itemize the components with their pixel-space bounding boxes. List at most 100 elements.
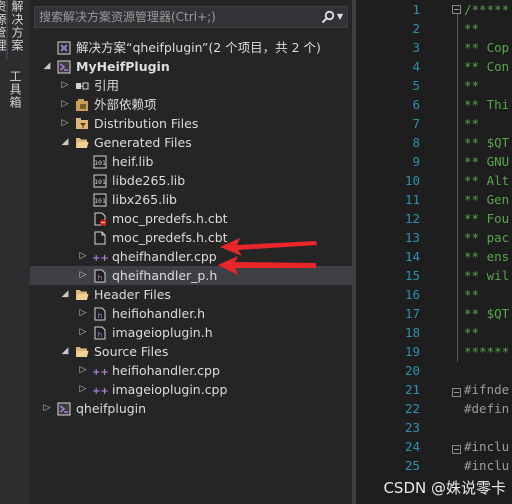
search-button[interactable]: ▼ — [321, 7, 343, 27]
tree-item-label: imageioplugin.h — [112, 325, 213, 340]
tree-item-imageioplugin-h[interactable]: ▷ h imageioplugin.h — [30, 323, 352, 342]
code-line: #inclu — [464, 439, 510, 454]
tree-item-imageioplugin-cpp[interactable]: ▷ ++ imageioplugin.cpp — [30, 380, 352, 399]
collapsed-arrow-icon[interactable]: ▷ — [78, 266, 88, 285]
lib-icon: 101 — [92, 192, 108, 207]
svg-text:101: 101 — [94, 159, 106, 167]
tree-item-[interactable]: ▷ 外部依赖项 — [30, 95, 352, 114]
search-input[interactable]: 搜索解决方案资源管理器(Ctrl+;) ▼ — [34, 6, 348, 28]
tab-toolbox[interactable]: 工具箱 — [6, 70, 24, 110]
fold-toggle[interactable]: − — [452, 388, 461, 397]
collapsed-arrow-icon[interactable]: ▷ — [60, 95, 70, 114]
line-number: 18 — [404, 325, 420, 340]
line-number: 5 — [412, 78, 420, 93]
external-deps-icon — [74, 97, 90, 112]
annotation-arrow — [218, 256, 316, 275]
tree-item-source-files[interactable]: ◢ Source Files — [30, 342, 352, 361]
collapsed-arrow-icon[interactable]: ▷ — [78, 304, 88, 323]
code-line: ** — [464, 21, 480, 36]
tree-item-label: imageioplugin.cpp — [112, 382, 228, 397]
fold-toggle[interactable]: − — [452, 445, 461, 454]
search-icon — [321, 10, 335, 24]
svg-text:h: h — [98, 274, 102, 282]
expanded-arrow-icon[interactable]: ◢ — [60, 342, 70, 361]
expanded-arrow-icon[interactable]: ◢ — [60, 285, 70, 304]
header-icon: h — [92, 268, 108, 283]
tree-item-header-files[interactable]: ◢ Header Files — [30, 285, 352, 304]
tab-solution-explorer[interactable]: 解决方案资源管理器 — [0, 0, 26, 60]
project-icon — [56, 401, 72, 416]
line-number: 6 — [412, 97, 420, 112]
fold-toggle[interactable]: − — [452, 5, 461, 14]
code-line: #ifnde — [464, 382, 510, 397]
folder-open-icon — [74, 344, 90, 359]
code-line: ** Cop — [464, 40, 510, 55]
outline-guide — [457, 12, 458, 362]
line-number: 3 — [412, 40, 420, 55]
line-number: 13 — [404, 230, 420, 245]
tree-item-qheifplugin[interactable]: ▷ qheifplugin — [30, 399, 352, 418]
folder-open-icon — [74, 287, 90, 302]
tree-item-libx265-lib[interactable]: 101 libx265.lib — [30, 190, 352, 209]
line-number: 4 — [412, 59, 420, 74]
line-number: 8 — [412, 135, 420, 150]
collapsed-arrow-icon[interactable]: ▷ — [78, 247, 88, 266]
collapsed-arrow-icon[interactable]: ▷ — [60, 114, 70, 133]
line-number: 16 — [404, 287, 420, 302]
code-line: ** $QT — [464, 135, 510, 150]
collapsed-arrow-icon[interactable]: ▷ — [42, 399, 52, 418]
code-line: ** Con — [464, 59, 510, 74]
folder-open-icon — [74, 135, 90, 150]
svg-text:++: ++ — [92, 386, 108, 397]
tree-item-label: libx265.lib — [112, 192, 177, 207]
expanded-arrow-icon[interactable]: ◢ — [42, 57, 52, 76]
expanded-arrow-icon[interactable]: ◢ — [60, 133, 70, 152]
collapsed-arrow-icon[interactable]: ▷ — [78, 361, 88, 380]
tree-item-label: moc_predefs.h.cbt — [112, 211, 228, 226]
lib-icon: 101 — [92, 173, 108, 188]
line-number: 20 — [404, 363, 420, 378]
line-number: 22 — [404, 401, 420, 416]
line-number: 21 — [404, 382, 420, 397]
code-line: ** Thi — [464, 97, 510, 112]
svg-text:101: 101 — [94, 178, 106, 186]
search-placeholder: 搜索解决方案资源管理器(Ctrl+;) — [39, 10, 216, 24]
tree-item-[interactable]: ▷ 引用 — [30, 76, 352, 95]
line-number: 12 — [404, 211, 420, 226]
code-line: ** pac — [464, 230, 510, 245]
line-number: 14 — [404, 249, 420, 264]
search-options-icon[interactable]: ▼ — [337, 7, 343, 27]
code-line: /***** — [464, 2, 510, 17]
line-number: 7 — [412, 116, 420, 131]
header-icon: h — [92, 325, 108, 340]
tree-item-label: moc_predefs.h.cbt — [112, 230, 228, 245]
code-line: ** — [464, 116, 480, 131]
tree-item-heifiohandler-cpp[interactable]: ▷ ++ heifiohandler.cpp — [30, 361, 352, 380]
tree-item-generated-files[interactable]: ◢ Generated Files — [30, 133, 352, 152]
code-line: #defin — [464, 401, 510, 416]
tree-item-label: Source Files — [94, 344, 169, 359]
tree-item-label: 外部依赖项 — [94, 97, 157, 112]
tree-item-moc-predefs-h-cbt[interactable]: moc_predefs.h.cbt — [30, 209, 352, 228]
solution-icon — [56, 40, 72, 55]
tree-item-libde265-lib[interactable]: 101 libde265.lib — [30, 171, 352, 190]
tree-item-heif-lib[interactable]: 101 heif.lib — [30, 152, 352, 171]
line-number: 19 — [404, 344, 420, 359]
line-number: 24 — [404, 439, 420, 454]
tree-item-distribution-files[interactable]: ▷ Distribution Files — [30, 114, 352, 133]
code-line: ** wil — [464, 268, 510, 283]
line-number: 17 — [404, 306, 420, 321]
collapsed-arrow-icon[interactable]: ▷ — [78, 380, 88, 399]
svg-text:h: h — [98, 331, 102, 339]
tree-item-label: heifiohandler.h — [112, 306, 206, 321]
project-icon — [56, 59, 72, 74]
tree-item-heifiohandler-h[interactable]: ▷ h heifiohandler.h — [30, 304, 352, 323]
collapsed-arrow-icon[interactable]: ▷ — [78, 323, 88, 342]
code-editor[interactable]: − − − 1 /***** 2 ** 3 ** Cop 4 ** Con 5 ** 6 ** Thi… — [356, 0, 512, 504]
tree-item-qheifplugin-2-2[interactable]: 解决方案“qheifplugin”(2 个项目，共 2 个) — [30, 38, 352, 57]
tree-item-myheifplugin[interactable]: ◢ MyHeifPlugin — [30, 57, 352, 76]
tree-item-label: qheifhandler_p.h — [112, 268, 218, 283]
code-line: #inclu — [464, 458, 510, 473]
cpp-icon: ++ — [92, 249, 108, 264]
collapsed-arrow-icon[interactable]: ▷ — [60, 76, 70, 95]
